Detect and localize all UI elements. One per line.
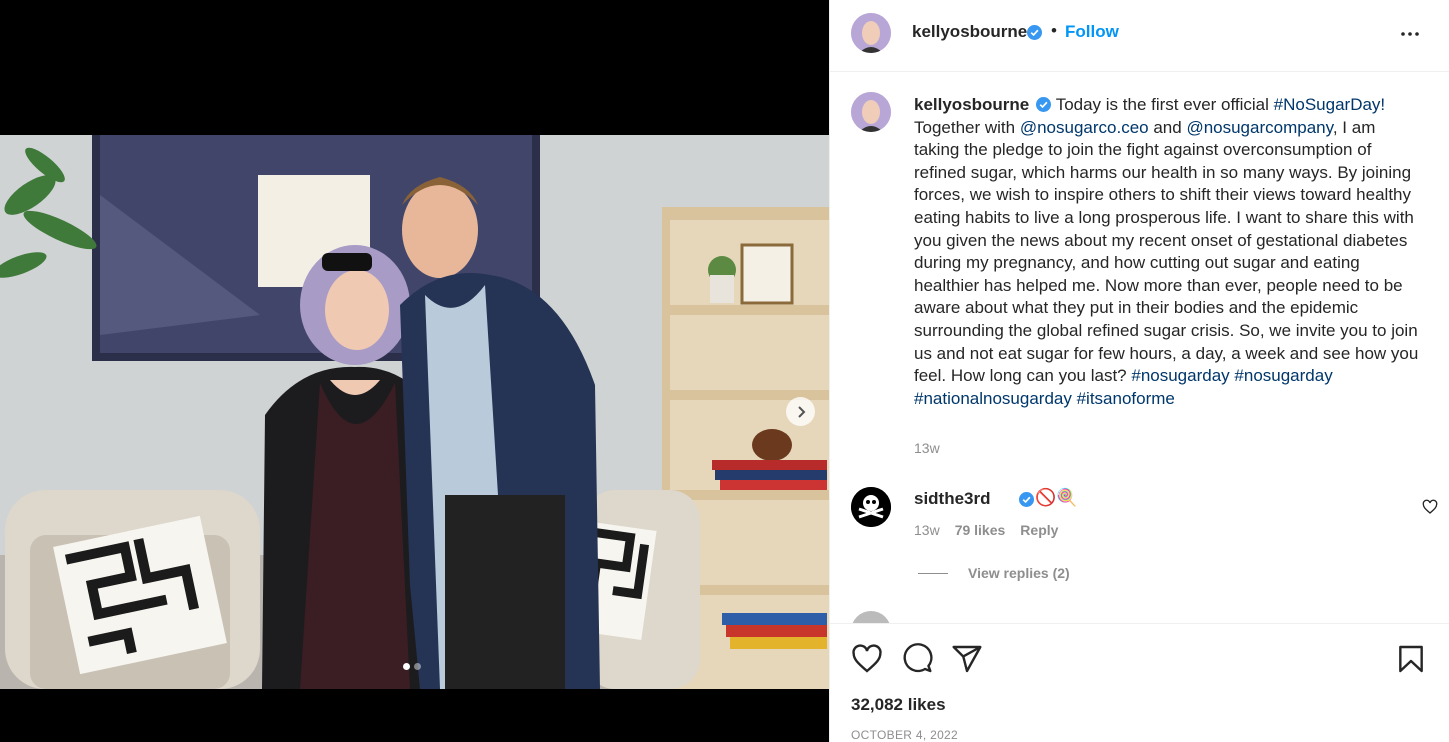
view-replies-button[interactable]: View replies (2) xyxy=(918,565,1070,581)
post-date[interactable]: OCTOBER 4, 2022 xyxy=(851,728,958,742)
verified-badge-icon xyxy=(1027,25,1042,40)
caption-text-segment: and xyxy=(1148,117,1187,137)
carousel-indicator xyxy=(403,663,421,670)
hashtag-link[interactable]: #nosugarday xyxy=(1234,366,1332,385)
view-replies-label: View replies (2) xyxy=(968,565,1070,581)
carousel-dot xyxy=(414,663,421,670)
view-replies-line xyxy=(918,572,948,574)
post-actions: 32,082 likes OCTOBER 4, 2022 xyxy=(830,623,1449,742)
post-details-panel: kellyosbourne • Follow kellyosbourne Tod… xyxy=(829,0,1449,742)
commenter-avatar-image xyxy=(851,487,891,527)
caption-avatar-image xyxy=(851,92,891,132)
save-bookmark-icon[interactable] xyxy=(1395,643,1427,675)
author-avatar[interactable] xyxy=(851,13,891,53)
likes-count[interactable]: 32,082 likes xyxy=(851,695,946,715)
commenter-username[interactable]: sidthe3rd xyxy=(914,489,991,509)
comments-section[interactable]: kellyosbourne Today is the first ever of… xyxy=(830,73,1449,623)
caption-author-username[interactable]: kellyosbourne xyxy=(914,95,1029,114)
mention-link[interactable]: @nosugarcompany xyxy=(1186,118,1332,137)
hashtag-link[interactable]: #NoSugarDay! xyxy=(1274,95,1386,114)
more-horizontal-icon[interactable] xyxy=(1398,22,1422,46)
post-header: kellyosbourne • Follow xyxy=(830,0,1449,72)
separator-dot: • xyxy=(1051,21,1057,40)
caption-author-avatar[interactable] xyxy=(851,92,891,132)
comment-meta: 13w 79 likes Reply xyxy=(914,522,1058,538)
hashtag-link[interactable]: #itsanoforme xyxy=(1077,389,1175,408)
follow-button[interactable]: Follow xyxy=(1065,22,1119,42)
caption-text-segment: Today is the first ever official xyxy=(1055,95,1274,114)
author-username[interactable]: kellyosbourne xyxy=(912,22,1027,42)
photo-illustration xyxy=(0,135,829,689)
caption-text: kellyosbourne Today is the first ever of… xyxy=(914,94,1422,410)
verified-badge-icon xyxy=(1036,97,1052,112)
comment-item: sidthe3rd 🚫🍭 13w 79 likes Reply xyxy=(851,487,1438,557)
author-avatar-image xyxy=(851,13,891,53)
caption-text-segment: , I am taking the pledge to join the fig… xyxy=(914,117,1419,386)
comment-bubble-icon[interactable] xyxy=(901,643,933,675)
hashtag-link[interactable]: #nationalnosugarday xyxy=(914,389,1072,408)
comment-timestamp[interactable]: 13w xyxy=(914,522,940,538)
commenter-avatar[interactable] xyxy=(851,487,891,527)
comment-reply-button[interactable]: Reply xyxy=(1020,522,1058,538)
carousel-dot-active xyxy=(403,663,410,670)
verified-badge-icon xyxy=(1019,492,1034,507)
next-comment-avatar[interactable] xyxy=(851,611,891,623)
mention-link[interactable]: @nosugarco.ceo xyxy=(1020,118,1149,137)
comment-likes[interactable]: 79 likes xyxy=(955,522,1006,538)
comment-like-heart-icon[interactable] xyxy=(1422,499,1438,515)
hashtag-link[interactable]: #nosugarday xyxy=(1131,366,1229,385)
post-photo[interactable] xyxy=(0,135,829,689)
comment-text: 🚫🍭 xyxy=(1035,488,1078,507)
post-media xyxy=(0,0,829,742)
caption-timestamp[interactable]: 13w xyxy=(914,440,940,456)
like-heart-icon[interactable] xyxy=(851,643,883,675)
caption-text-segment: Together with xyxy=(914,117,1020,137)
caption-body: Today is the first ever official #NoSuga… xyxy=(914,95,1418,408)
next-slide-button[interactable] xyxy=(786,397,815,426)
chevron-right-icon xyxy=(797,405,805,418)
share-send-icon[interactable] xyxy=(951,643,983,675)
